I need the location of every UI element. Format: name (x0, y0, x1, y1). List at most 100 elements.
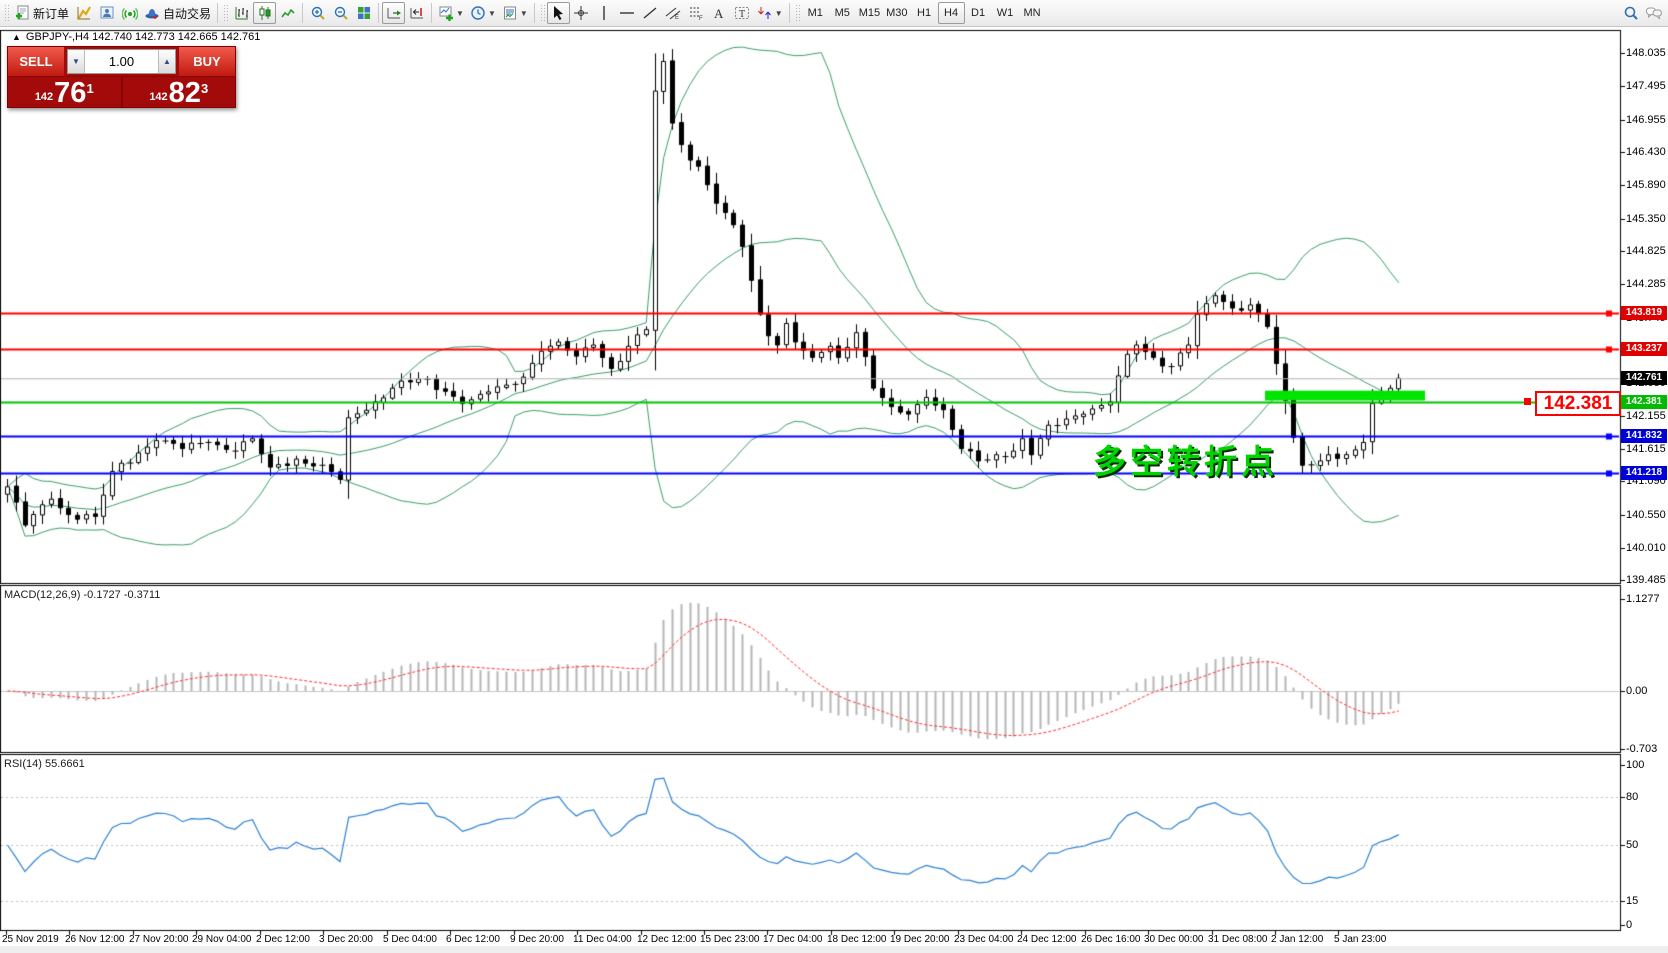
chart-shift-icon (409, 5, 425, 21)
text-tool-button[interactable]: A (708, 2, 731, 24)
trendline-tool-button[interactable] (639, 2, 662, 24)
tile-windows-button[interactable] (352, 2, 375, 24)
sell-button[interactable]: SELL (8, 47, 64, 76)
vertical-line-tool-button[interactable] (593, 2, 616, 24)
symbol-collapse-icon: ▲ (12, 32, 21, 42)
timeframe-h4-button[interactable]: H4 (938, 2, 965, 24)
buy-button[interactable]: BUY (179, 47, 235, 76)
chart-canvas[interactable] (0, 27, 1668, 953)
signal-icon (122, 5, 138, 21)
chat-icon (1645, 5, 1663, 21)
text-label-icon: T (734, 5, 750, 21)
zoom-out-icon (333, 5, 349, 21)
cursor-tool-button[interactable] (547, 2, 570, 24)
timeframe-group: M1M5M15M30H1H4D1W1MN (802, 2, 1046, 24)
profile-button[interactable] (95, 2, 118, 24)
zoom-out-button[interactable] (329, 2, 352, 24)
volume-decrease-button[interactable]: ▼ (68, 50, 85, 73)
macd-values: -0.1727 -0.3711 (83, 589, 160, 601)
trade-panel-top-row: SELL ▼ 1.00 ▲ BUY (8, 47, 235, 76)
dropdown-arrow-icon: ▼ (456, 9, 464, 18)
bottom-strip (0, 946, 1668, 953)
dropdown-arrow-icon: ▼ (775, 9, 783, 18)
chart-window: ▲ GBPJPY-,H4 142.740 142.773 142.665 142.… (0, 27, 1668, 953)
rsi-value: 55.6661 (45, 758, 85, 770)
auto-trading-icon (144, 5, 160, 21)
zoom-in-button[interactable] (306, 2, 329, 24)
toolbar-separator (789, 3, 790, 23)
crosshair-tool-button[interactable] (570, 2, 593, 24)
timeframe-m15-button[interactable]: M15 (856, 2, 883, 24)
timeframe-d1-button[interactable]: D1 (965, 2, 992, 24)
chart-annotation-text[interactable]: 多空转折点 (1093, 435, 1278, 483)
bar-chart-button[interactable] (230, 2, 253, 24)
channel-tool-button[interactable]: E (662, 2, 685, 24)
price-callout-label[interactable]: 142.381 (1535, 391, 1621, 416)
auto-trading-button[interactable]: 自动交易 (141, 2, 214, 24)
volume-value[interactable]: 1.00 (85, 50, 158, 73)
sell-price[interactable]: 142 76 1 (8, 77, 123, 107)
svg-text:A: A (714, 6, 724, 21)
sell-price-sup: 1 (86, 81, 93, 96)
horizontal-line-icon (619, 5, 635, 21)
zoom-in-icon (310, 5, 326, 21)
horizontal-line-tool-button[interactable] (616, 2, 639, 24)
toolbar-grip (795, 4, 800, 22)
equidistant-channel-icon: E (665, 5, 681, 21)
line-chart-icon (280, 5, 296, 21)
one-click-trading-panel: SELL ▼ 1.00 ▲ BUY 142 76 1 142 82 3 (7, 46, 236, 108)
text-icon: A (711, 5, 727, 21)
volume-box: ▼ 1.00 ▲ (67, 49, 176, 74)
dropdown-arrow-icon: ▼ (488, 9, 496, 18)
auto-scroll-icon (386, 5, 402, 21)
toolbar-separator (217, 3, 218, 23)
svg-text:T: T (739, 9, 745, 20)
periods-button[interactable]: ▼ (467, 2, 499, 24)
bar-chart-icon (234, 5, 250, 21)
new-order-button[interactable]: 新订单 (11, 2, 72, 24)
symbol-title: GBPJPY-,H4 (26, 31, 89, 43)
dropdown-arrow-icon: ▼ (520, 9, 528, 18)
arrows-icon (757, 5, 773, 21)
symbol-ohlc: 142.740 142.773 142.665 142.761 (92, 31, 260, 43)
rsi-label: RSI(14) 55.6661 (4, 758, 85, 770)
timeframe-mn-button[interactable]: MN (1019, 2, 1046, 24)
chart-shift-button[interactable] (405, 2, 428, 24)
volume-increase-button[interactable]: ▲ (158, 50, 175, 73)
timeframe-h1-button[interactable]: H1 (911, 2, 938, 24)
fibonacci-tool-button[interactable]: F (685, 2, 708, 24)
text-label-tool-button[interactable]: T (731, 2, 754, 24)
line-chart-button[interactable] (276, 2, 299, 24)
timeframe-m1-button[interactable]: M1 (802, 2, 829, 24)
symbol-header: ▲ GBPJPY-,H4 142.740 142.773 142.665 142.… (12, 31, 260, 43)
chart-window-button[interactable] (72, 2, 95, 24)
callout-handle[interactable] (1524, 398, 1531, 405)
templates-button[interactable]: ▼ (499, 2, 531, 24)
add-indicator-button[interactable]: ▼ (435, 2, 467, 24)
search-button[interactable] (1619, 2, 1642, 24)
new-order-label: 新订单 (33, 5, 69, 22)
toolbar-grip (223, 4, 228, 22)
sell-price-main: 76 (54, 81, 86, 106)
buy-price[interactable]: 142 82 3 (123, 77, 236, 107)
svg-text:F: F (699, 16, 703, 21)
timeframe-m5-button[interactable]: M5 (829, 2, 856, 24)
search-icon (1623, 5, 1639, 21)
candlestick-chart-button[interactable] (253, 2, 276, 24)
sell-price-prefix: 142 (35, 91, 53, 103)
signal-button[interactable] (118, 2, 141, 24)
buy-price-prefix: 142 (149, 91, 167, 103)
toolbar-separator (302, 3, 303, 23)
chart-window-icon (76, 5, 92, 21)
timeframe-w1-button[interactable]: W1 (992, 2, 1019, 24)
profile-icon (99, 5, 115, 21)
toolbar: 新订单 自动交易 ▼ (0, 0, 1668, 27)
cursor-icon (550, 5, 566, 21)
chat-button[interactable] (1642, 2, 1666, 24)
arrows-tool-button[interactable]: ▼ (754, 2, 786, 24)
clock-icon (470, 5, 486, 21)
trendline-icon (642, 5, 658, 21)
timeframe-m30-button[interactable]: M30 (883, 2, 910, 24)
auto-scroll-button[interactable] (382, 2, 405, 24)
fibonacci-icon: F (688, 5, 704, 21)
